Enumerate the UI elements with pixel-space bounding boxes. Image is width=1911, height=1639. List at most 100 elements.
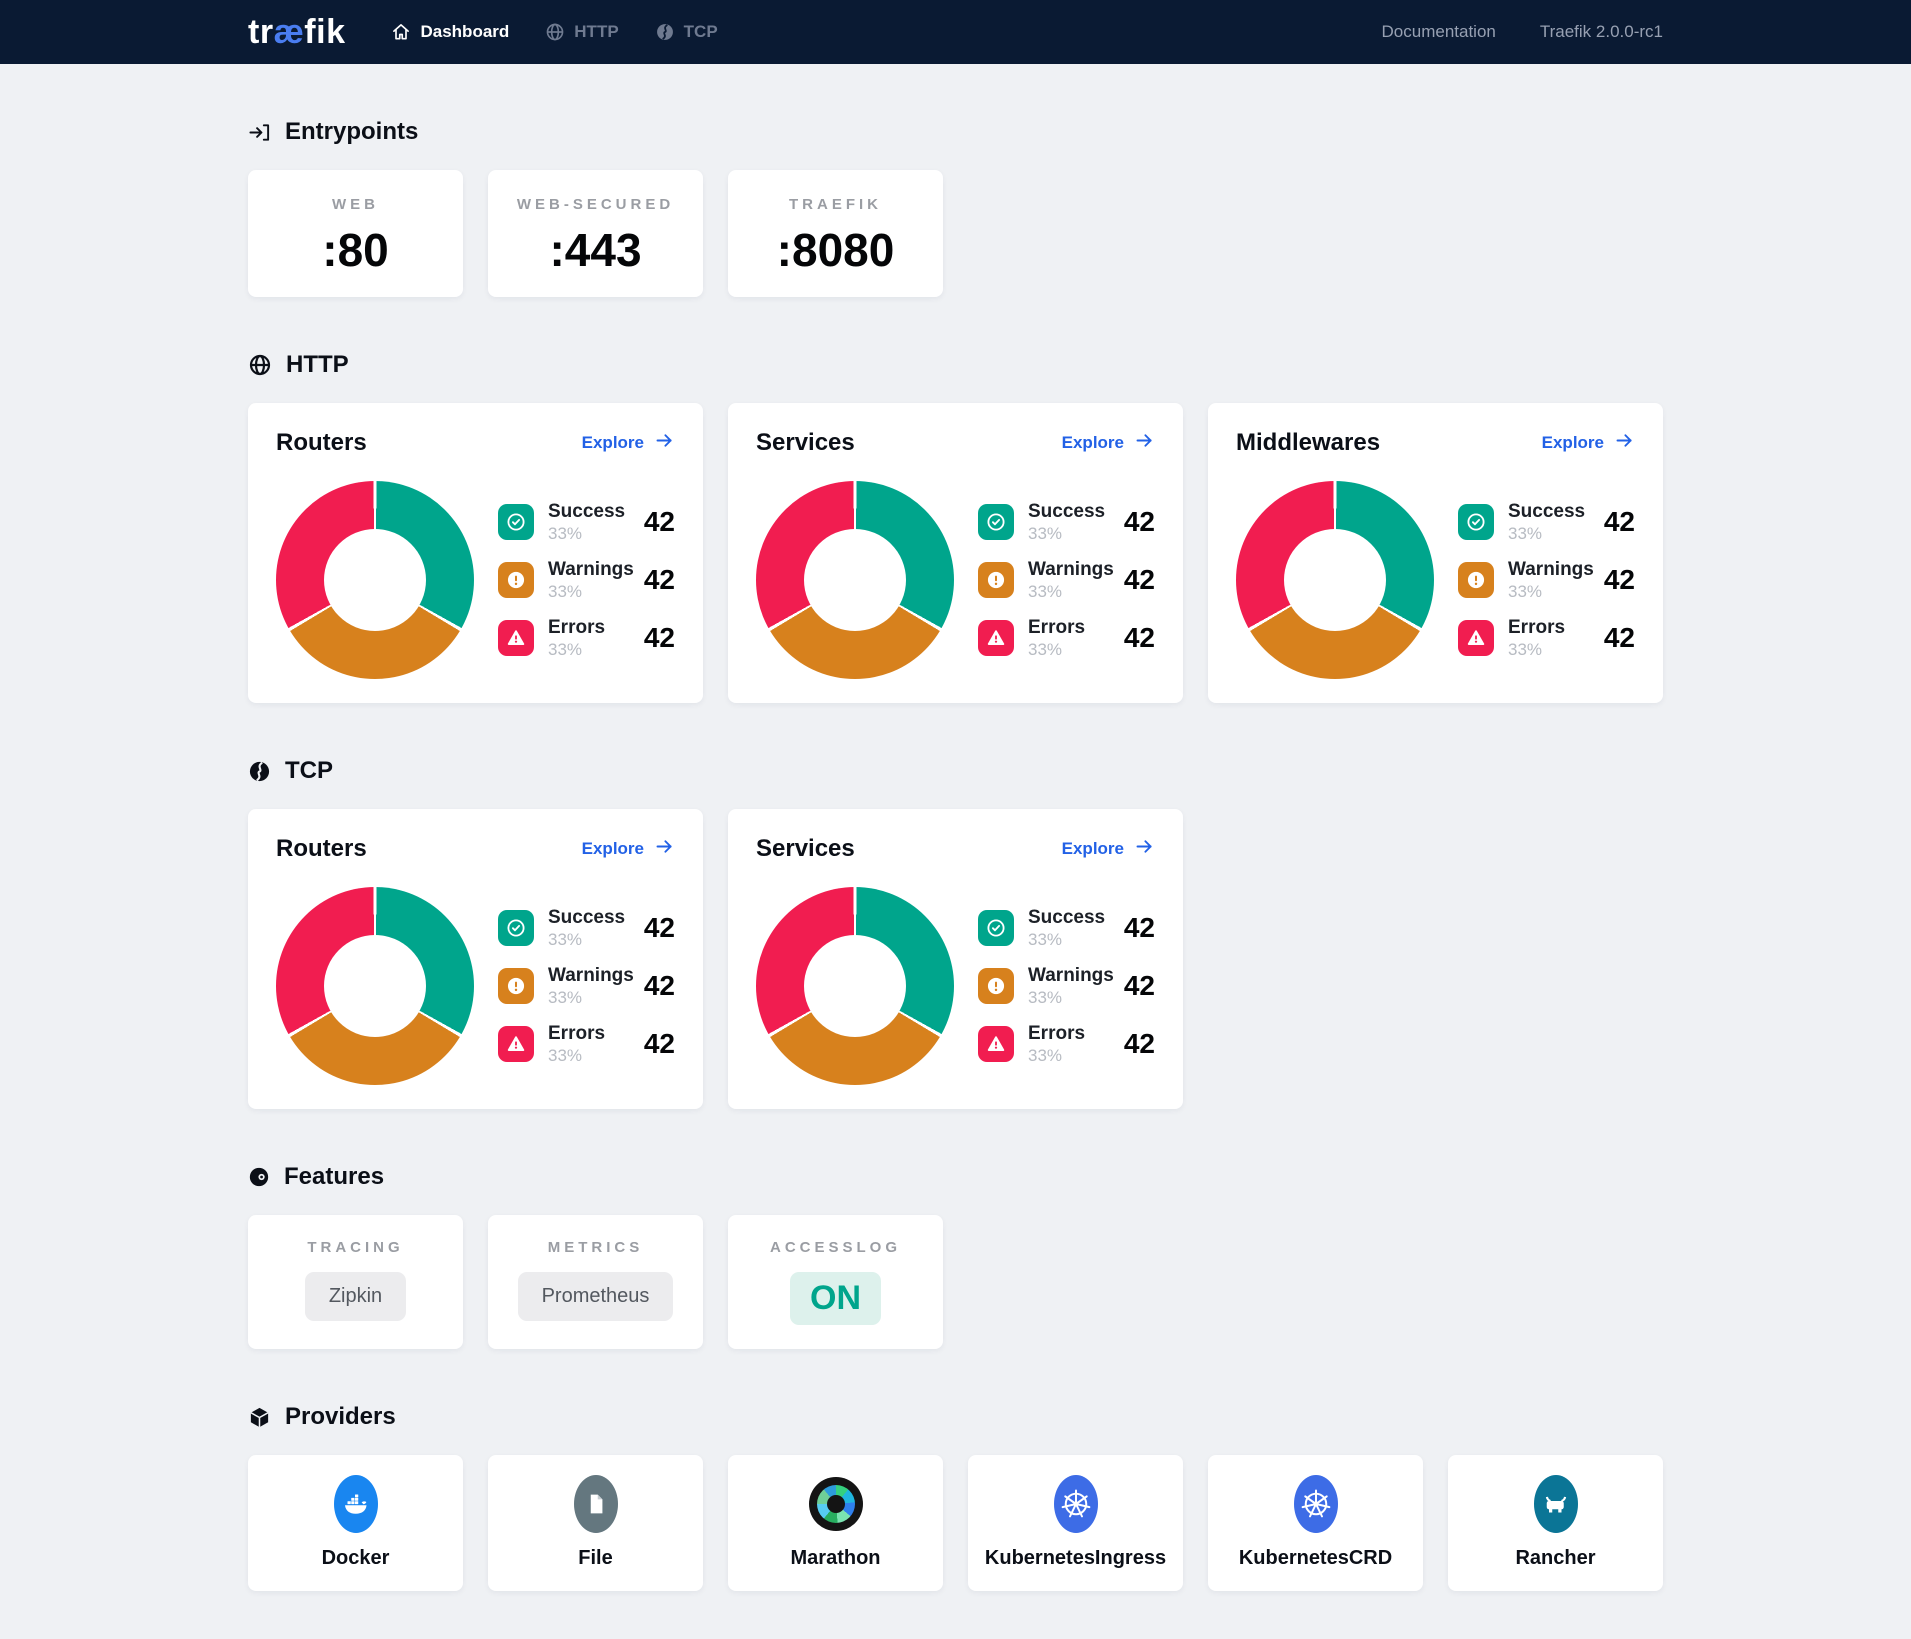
legend-row-warnings: Warnings33% 42 — [498, 558, 675, 603]
legend-count: 42 — [1604, 564, 1635, 596]
explore-label: Explore — [582, 433, 644, 453]
legend-percent: 33% — [1028, 987, 1114, 1008]
legend-label: Success — [548, 906, 625, 930]
card-title: Routers — [276, 835, 367, 863]
legend-label: Warnings — [1028, 964, 1114, 988]
legend-percent: 33% — [548, 581, 634, 602]
success-check-icon — [498, 910, 534, 946]
logo-text: tr — [248, 13, 274, 51]
legend-percent: 33% — [1028, 1045, 1085, 1066]
explore-link[interactable]: Explore — [582, 430, 675, 456]
legend-percent: 33% — [1028, 639, 1085, 660]
traefik-logo[interactable]: træfik — [248, 13, 345, 52]
legend-label: Errors — [548, 1022, 605, 1046]
rancher-icon — [1454, 1473, 1657, 1535]
feature-card-metrics: METRICS Prometheus — [488, 1215, 703, 1349]
donut-chart — [276, 887, 474, 1085]
donut-chart — [1236, 481, 1434, 679]
legend-count: 42 — [644, 622, 675, 654]
legend-count: 42 — [1604, 622, 1635, 654]
arrow-right-icon — [654, 430, 675, 456]
logo-text: fik — [304, 13, 345, 51]
entrypoint-name: WEB-SECURED — [496, 196, 695, 213]
arrow-right-icon — [654, 836, 675, 862]
legend-row-warnings: Warnings33% 42 — [978, 558, 1155, 603]
legend-percent: 33% — [548, 523, 625, 544]
error-triangle-icon — [498, 620, 534, 656]
legend-count: 42 — [1604, 506, 1635, 538]
explore-link[interactable]: Explore — [1062, 430, 1155, 456]
legend-label: Errors — [548, 616, 605, 640]
nav-item-dashboard[interactable]: Dashboard — [391, 22, 509, 42]
provider-card-docker: Docker — [248, 1455, 463, 1591]
explore-link[interactable]: Explore — [1542, 430, 1635, 456]
provider-card-marathon: Marathon — [728, 1455, 943, 1591]
documentation-link[interactable]: Documentation — [1382, 22, 1496, 42]
provider-name: Rancher — [1454, 1547, 1657, 1570]
feature-name: ACCESSLOG — [736, 1239, 935, 1256]
legend-row-errors: Errors33% 42 — [498, 616, 675, 661]
globe-icon — [545, 22, 565, 42]
top-navbar: træfik Dashboard HTTP TCP — [0, 0, 1911, 64]
donut-chart — [756, 481, 954, 679]
http-section: HTTP Routers Explore Success33% — [248, 351, 1663, 703]
version-label: Traefik 2.0.0-rc1 — [1540, 22, 1663, 42]
legend-row-errors: Errors33% 42 — [978, 1022, 1155, 1067]
legend-percent: 33% — [1508, 581, 1594, 602]
legend-count: 42 — [1124, 506, 1155, 538]
legend-row-success: Success33% 42 — [498, 500, 675, 545]
legend-row-errors: Errors33% 42 — [978, 616, 1155, 661]
legend-percent: 33% — [1028, 929, 1105, 950]
home-icon — [391, 22, 411, 42]
legend-count: 42 — [1124, 970, 1155, 1002]
legend-label: Success — [548, 500, 625, 524]
cube-icon — [248, 1406, 271, 1429]
arrow-right-icon — [1614, 430, 1635, 456]
tcp-icon — [248, 760, 271, 783]
legend-label: Errors — [1028, 1022, 1085, 1046]
tcp-routers-card: Routers Explore Success33% 42 — [248, 809, 703, 1109]
legend-row-errors: Errors33% 42 — [498, 1022, 675, 1067]
donut-chart — [756, 887, 954, 1085]
legend-row-success: Success33% 42 — [978, 906, 1155, 951]
legend-count: 42 — [644, 912, 675, 944]
provider-name: KubernetesCRD — [1214, 1547, 1417, 1570]
nav-item-http[interactable]: HTTP — [545, 22, 618, 42]
explore-label: Explore — [582, 839, 644, 859]
legend-percent: 33% — [1028, 523, 1105, 544]
logo-ae: æ — [274, 13, 305, 51]
explore-link[interactable]: Explore — [582, 836, 675, 862]
legend-percent: 33% — [1508, 523, 1585, 544]
legend-count: 42 — [1124, 1028, 1155, 1060]
legend-row-success: Success33% 42 — [1458, 500, 1635, 545]
legend-row-warnings: Warnings33% 42 — [978, 964, 1155, 1009]
success-check-icon — [1458, 504, 1494, 540]
section-title: Features — [284, 1163, 384, 1191]
legend-label: Success — [1508, 500, 1585, 524]
feature-card-accesslog: ACCESSLOG ON — [728, 1215, 943, 1349]
legend-percent: 33% — [548, 929, 625, 950]
provider-card-kubernetes-crd: KubernetesCRD — [1208, 1455, 1423, 1591]
nav-item-tcp[interactable]: TCP — [655, 22, 718, 42]
card-title: Middlewares — [1236, 429, 1380, 457]
success-check-icon — [978, 910, 1014, 946]
section-title: Entrypoints — [285, 118, 418, 146]
legend-count: 42 — [644, 970, 675, 1002]
entrypoint-port: :8080 — [736, 223, 935, 277]
legend-row-success: Success33% 42 — [978, 500, 1155, 545]
success-check-icon — [978, 504, 1014, 540]
feature-name: TRACING — [256, 1239, 455, 1256]
entrypoint-name: WEB — [256, 196, 455, 213]
provider-name: Docker — [254, 1547, 457, 1570]
explore-link[interactable]: Explore — [1062, 836, 1155, 862]
feature-card-tracing: TRACING Zipkin — [248, 1215, 463, 1349]
tcp-services-card: Services Explore Success33% 42 — [728, 809, 1183, 1109]
provider-card-kubernetes-ingress: KubernetesIngress — [968, 1455, 1183, 1591]
legend-label: Warnings — [548, 558, 634, 582]
provider-name: Marathon — [734, 1547, 937, 1570]
warning-exclamation-icon — [978, 968, 1014, 1004]
legend-percent: 33% — [548, 987, 634, 1008]
error-triangle-icon — [498, 1026, 534, 1062]
file-icon — [494, 1473, 697, 1535]
http-services-card: Services Explore Success33% 42 — [728, 403, 1183, 703]
